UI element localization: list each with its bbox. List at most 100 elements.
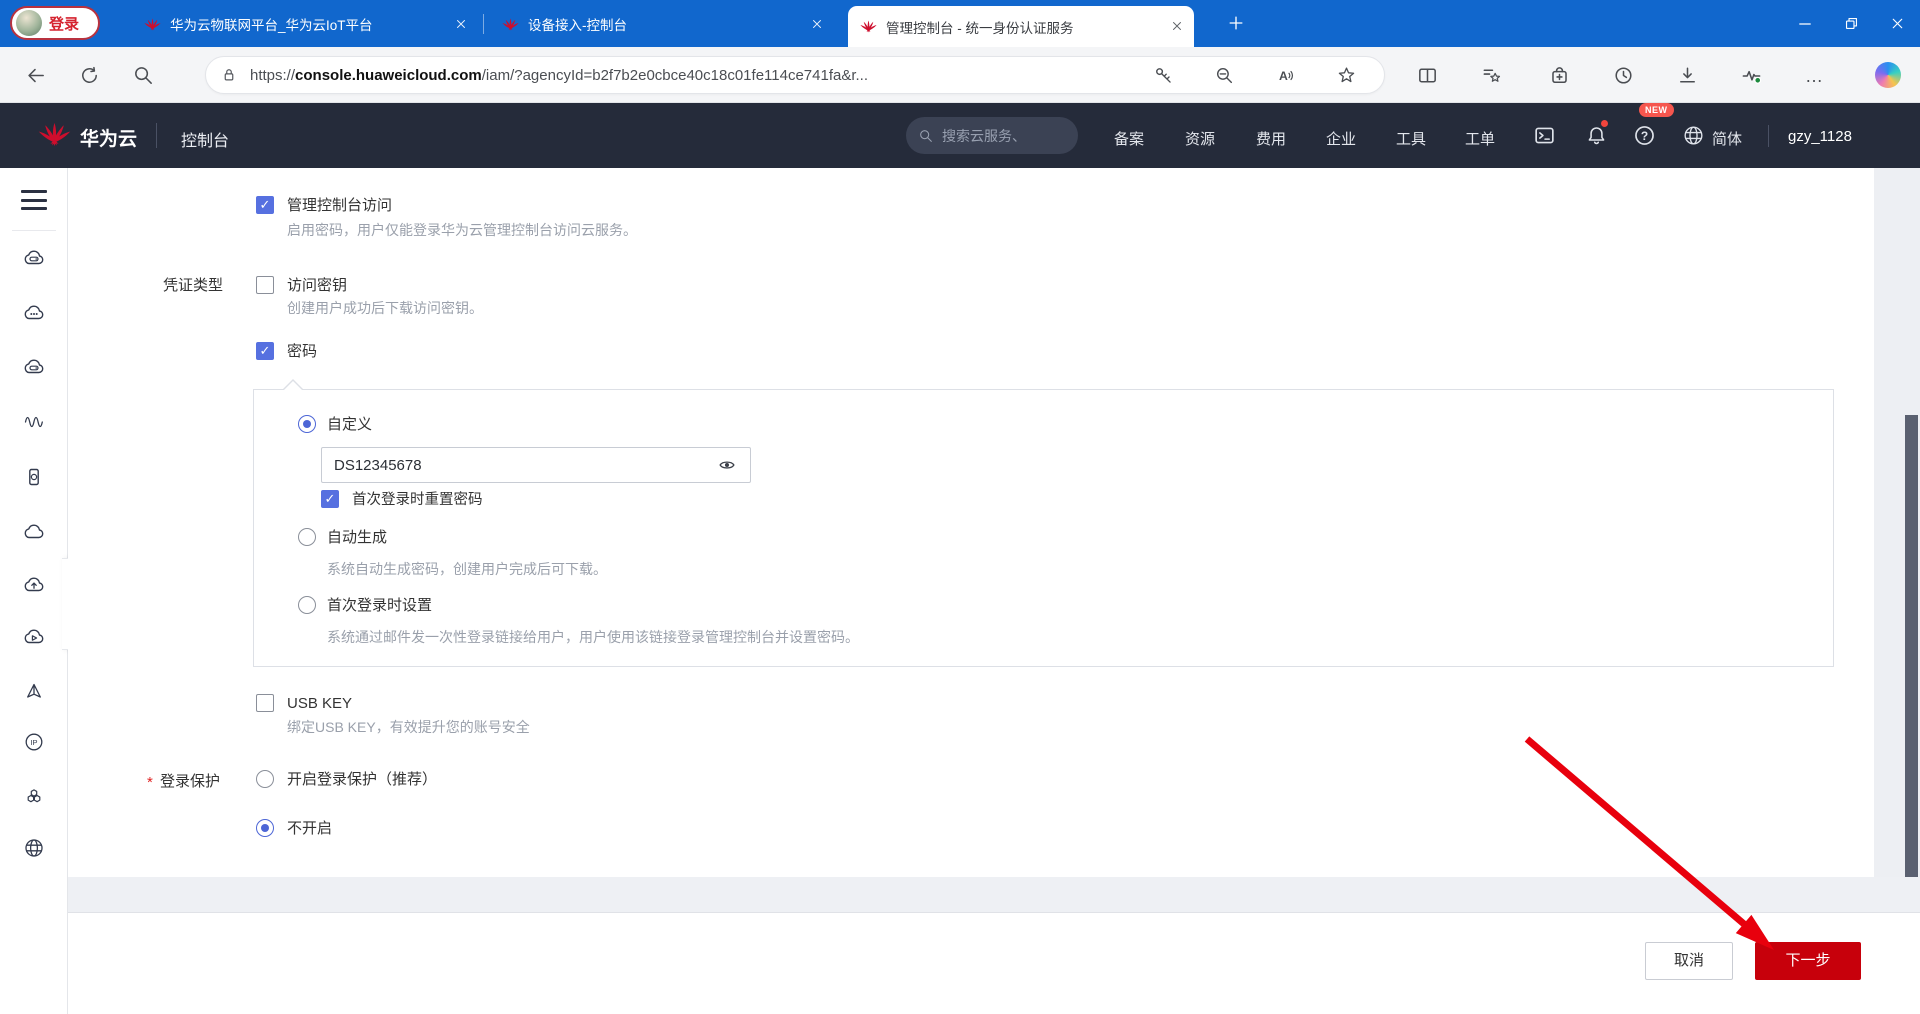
- login-protection-label: 登录保护: [160, 773, 221, 790]
- reset-on-first-login-checkbox[interactable]: [321, 490, 339, 508]
- access-key-label: 访问密钥: [287, 277, 348, 294]
- enable-protection-label: 开启登录保护（推荐）: [287, 771, 438, 788]
- tab-title: 设备接入-控制台: [528, 18, 627, 33]
- notification-dot: [1601, 120, 1608, 127]
- split-screen-icon[interactable]: [1416, 64, 1439, 87]
- show-password-eye-icon[interactable]: [716, 456, 738, 474]
- close-tab-icon[interactable]: [810, 17, 824, 31]
- minimize-button[interactable]: [1782, 0, 1828, 47]
- restore-button[interactable]: [1828, 0, 1874, 47]
- access-key-desc: 创建用户成功后下载访问密钥。: [287, 300, 483, 316]
- scrollbar-thumb[interactable]: [1905, 415, 1918, 910]
- console-access-desc: 启用密码，用户仅能登录华为云管理控制台访问云服务。: [287, 222, 637, 238]
- more-menu-icon[interactable]: …: [1805, 66, 1824, 87]
- tab-divider: [483, 14, 484, 34]
- username-label[interactable]: gzy_1128: [1788, 128, 1852, 145]
- downloads-icon[interactable]: [1676, 64, 1699, 87]
- page-background-band: [68, 877, 1920, 912]
- search-icon: [918, 128, 934, 144]
- console-search[interactable]: [906, 117, 1078, 154]
- tab-device-access[interactable]: 设备接入-控制台: [490, 8, 834, 40]
- close-window-button[interactable]: [1874, 0, 1920, 47]
- cancel-button[interactable]: 取消: [1645, 942, 1733, 980]
- browser-titlebar: 登录 华为云物联网平台_华为云IoT平台 设备接入-控制台 管理控制台 - 统一…: [0, 0, 1920, 47]
- nav-tools[interactable]: 工具: [1379, 128, 1443, 149]
- ip-icon[interactable]: [22, 730, 46, 754]
- custom-password-label: 自定义: [327, 416, 373, 433]
- globe-icon[interactable]: [22, 836, 46, 860]
- help-icon[interactable]: [1632, 123, 1657, 148]
- language-label[interactable]: 简体: [1712, 128, 1742, 149]
- pyramid-icon[interactable]: [22, 680, 46, 704]
- password-input[interactable]: [321, 447, 751, 483]
- back-icon[interactable]: [24, 64, 47, 87]
- usb-key-checkbox[interactable]: [256, 694, 274, 712]
- set-on-first-login-radio[interactable]: [298, 596, 316, 614]
- brand-label[interactable]: 华为云: [80, 124, 137, 151]
- profile-avatar: [16, 10, 42, 36]
- cloud-storage-icon[interactable]: [22, 355, 46, 379]
- footer-bar: [68, 912, 1920, 1014]
- profile-label: 登录: [49, 15, 80, 33]
- console-search-input[interactable]: [942, 127, 1062, 144]
- url-path: /iam/?agencyId=b2f7b2e0cbce40c18c01fe114…: [481, 66, 868, 84]
- cloud-play-icon[interactable]: [22, 625, 46, 649]
- shopping-icon[interactable]: [1548, 64, 1571, 87]
- nav-tickets[interactable]: 工单: [1448, 128, 1512, 149]
- header-divider: [156, 123, 157, 148]
- auto-generate-desc: 系统自动生成密码，创建用户完成后可下载。: [327, 561, 607, 577]
- console-access-checkbox[interactable]: [256, 196, 274, 214]
- password-checkbox[interactable]: [256, 342, 274, 360]
- new-tab-button[interactable]: [1226, 13, 1246, 33]
- custom-password-radio[interactable]: [298, 415, 316, 433]
- device-cloud-icon[interactable]: [22, 465, 46, 489]
- nav-beian[interactable]: 备案: [1097, 128, 1161, 149]
- menu-hamburger-icon[interactable]: [21, 190, 47, 212]
- nav-resources[interactable]: 资源: [1168, 128, 1232, 149]
- hexagon-cluster-icon[interactable]: [22, 785, 46, 809]
- nav-billing[interactable]: 费用: [1239, 128, 1303, 149]
- auto-generate-radio[interactable]: [298, 528, 316, 546]
- address-bar[interactable]: https://console.huaweicloud.com/iam/?age…: [205, 56, 1385, 94]
- browser-profile-button[interactable]: 登录: [10, 6, 100, 40]
- url-scheme: https://: [250, 66, 296, 84]
- enable-protection-radio[interactable]: [256, 770, 274, 788]
- required-asterisk: *: [147, 774, 153, 791]
- language-globe-icon[interactable]: [1681, 123, 1706, 148]
- cloud-server-icon[interactable]: [22, 246, 46, 270]
- huawei-logo-icon: [144, 16, 161, 33]
- set-on-first-login-desc: 系统通过邮件发一次性登录链接给用户，用户使用该链接登录管理控制台并设置密码。: [327, 629, 859, 645]
- read-aloud-icon[interactable]: [1275, 65, 1296, 86]
- console-label[interactable]: 控制台: [181, 127, 229, 151]
- header-divider: [1768, 125, 1769, 147]
- disable-protection-radio[interactable]: [256, 819, 274, 837]
- password-options-panel: [253, 389, 1834, 667]
- cloud-ellipsis-icon[interactable]: [22, 301, 46, 325]
- collections-icon[interactable]: [1480, 64, 1503, 87]
- browser-essentials-icon[interactable]: [1740, 64, 1763, 87]
- password-label: 密码: [287, 343, 318, 360]
- favorite-star-icon[interactable]: [1336, 65, 1357, 86]
- password-key-icon[interactable]: [1153, 65, 1174, 86]
- cloud-upload-icon[interactable]: [22, 573, 46, 597]
- tab-iam-console[interactable]: 管理控制台 - 统一身份认证服务: [848, 6, 1194, 47]
- panel-notch-inner: [284, 381, 302, 390]
- tab-iot-platform[interactable]: 华为云物联网平台_华为云IoT平台: [132, 8, 478, 40]
- refresh-icon[interactable]: [78, 64, 101, 87]
- cloud-icon[interactable]: [22, 520, 46, 544]
- search-icon[interactable]: [132, 64, 155, 87]
- cli-terminal-icon[interactable]: [1532, 123, 1557, 148]
- wave-icon[interactable]: [22, 410, 46, 434]
- huawei-cloud-logo-icon[interactable]: [38, 118, 71, 151]
- screen: 登录 华为云物联网平台_华为云IoT平台 设备接入-控制台 管理控制台 - 统一…: [0, 0, 1920, 1014]
- disable-protection-label: 不开启: [287, 820, 333, 837]
- close-tab-icon[interactable]: [1170, 19, 1184, 33]
- next-step-button[interactable]: 下一步: [1755, 942, 1861, 980]
- access-key-checkbox[interactable]: [256, 276, 274, 294]
- copilot-icon[interactable]: [1875, 62, 1901, 88]
- url-text: https://console.huaweicloud.com/iam/?age…: [250, 67, 868, 84]
- nav-enterprise[interactable]: 企业: [1309, 128, 1373, 149]
- zoom-out-icon[interactable]: [1214, 65, 1235, 86]
- close-tab-icon[interactable]: [454, 17, 468, 31]
- history-icon[interactable]: [1612, 64, 1635, 87]
